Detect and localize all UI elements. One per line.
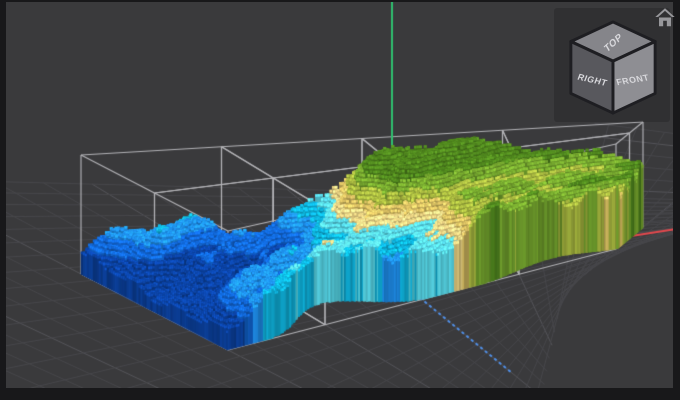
view-cube[interactable]: TOP RIGHT FRONT	[564, 18, 662, 116]
app-window: TOP RIGHT FRONT	[0, 0, 680, 400]
home-icon[interactable]	[653, 5, 677, 29]
